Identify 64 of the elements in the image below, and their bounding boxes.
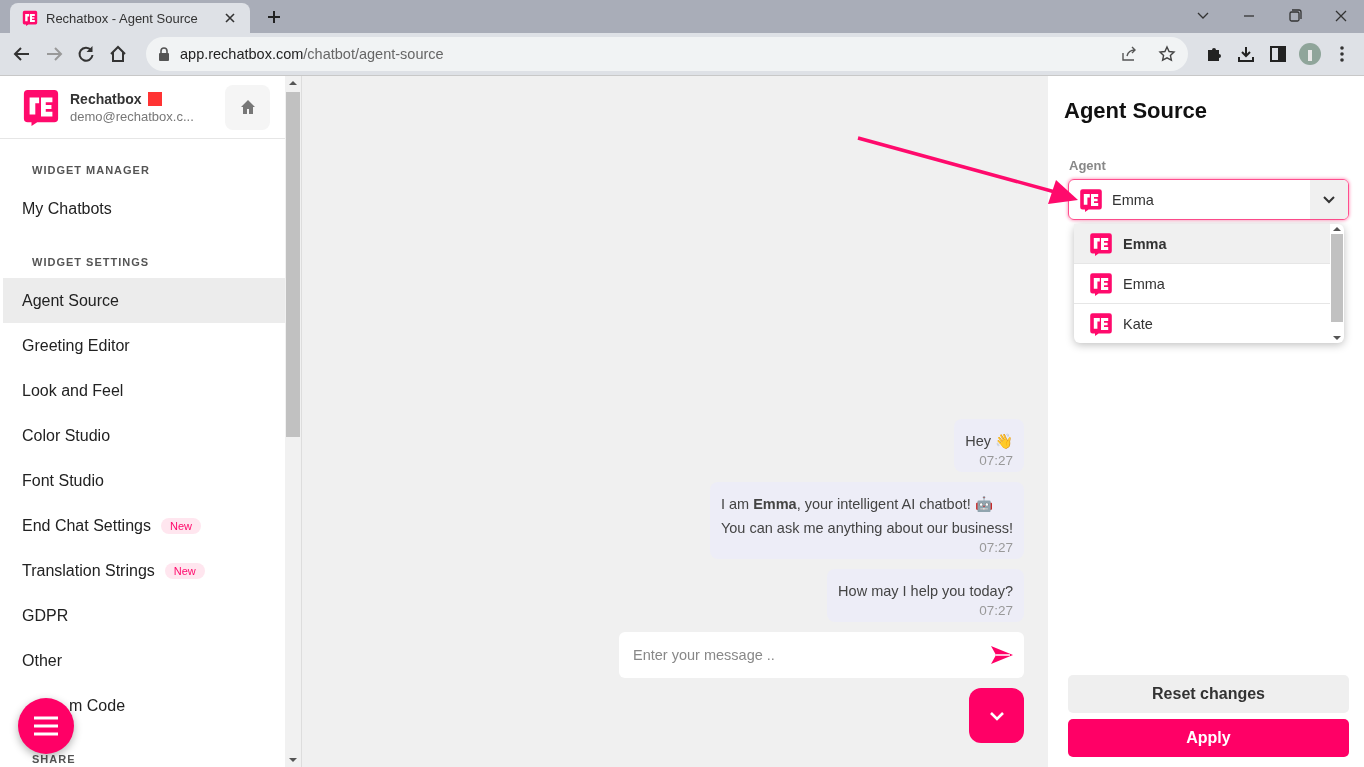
- download-icon[interactable]: [1236, 44, 1256, 64]
- sidebar-item[interactable]: Translation Strings New: [3, 548, 285, 593]
- scroll-down-icon[interactable]: [1333, 336, 1341, 340]
- sidebar-item[interactable]: Color Studio: [3, 413, 285, 458]
- side-panel-icon[interactable]: [1268, 44, 1288, 64]
- section-heading: SHARE: [31, 752, 76, 767]
- new-tab-icon[interactable]: [266, 9, 282, 25]
- home-icon[interactable]: [108, 44, 128, 64]
- section-heading: WIDGET SETTINGS: [31, 255, 150, 270]
- logo-icon: [1089, 311, 1113, 336]
- scroll-up-icon[interactable]: [289, 81, 297, 85]
- field-label: Agent: [1069, 158, 1107, 173]
- status-square-icon: [147, 91, 162, 106]
- account-email: demo@rechatbox.c...: [70, 108, 195, 124]
- reload-icon[interactable]: [76, 44, 96, 64]
- sidebar-item[interactable]: Greeting Editor: [3, 323, 285, 368]
- logo-icon: [22, 10, 38, 26]
- reset-button[interactable]: Reset changes: [1068, 675, 1349, 713]
- sidebar-item[interactable]: Font Studio: [3, 458, 285, 503]
- message-text: How may I help you today?: [838, 582, 1013, 601]
- logo-icon: [1089, 271, 1113, 296]
- scroll-down-icon[interactable]: [289, 758, 297, 762]
- scrollbar[interactable]: [285, 76, 301, 767]
- message-text: Hey 👋: [965, 432, 1013, 451]
- dropdown-option[interactable]: Kate: [1074, 304, 1330, 343]
- logo-icon: [22, 88, 60, 126]
- new-badge: New: [160, 517, 201, 534]
- message-time: 07:27: [979, 603, 1013, 618]
- logo-icon: [1079, 187, 1103, 212]
- new-badge: New: [164, 562, 205, 579]
- scroll-down-button[interactable]: [969, 688, 1024, 743]
- sidebar-item[interactable]: End Chat Settings New: [3, 503, 285, 548]
- scroll-up-icon[interactable]: [1333, 227, 1341, 231]
- brand-name: Rechatbox: [70, 90, 142, 107]
- sidebar-item[interactable]: GDPR: [3, 593, 285, 638]
- sidebar-item[interactable]: My Chatbots: [3, 186, 285, 231]
- agent-select[interactable]: Emma: [1068, 179, 1349, 220]
- menu-icon: [32, 715, 60, 737]
- dropdown-option[interactable]: Emma: [1074, 224, 1330, 264]
- lock-icon: [158, 47, 170, 61]
- star-icon[interactable]: [1158, 45, 1176, 63]
- sidebar-item[interactable]: Look and Feel: [3, 368, 285, 413]
- message-text: You can ask me anything about our business!: [720, 519, 1013, 538]
- panel-title: Agent Source: [1064, 98, 1209, 124]
- sidebar-item[interactable]: Agent Source: [3, 278, 285, 323]
- scrollbar[interactable]: [1330, 224, 1344, 343]
- dropdown-option[interactable]: Emma: [1074, 264, 1330, 304]
- address-bar[interactable]: app.rechatbox.com/chatbot/agent-source: [146, 37, 1188, 71]
- sidebar-item[interactable]: m Code: [3, 683, 285, 728]
- logo-icon: [1089, 231, 1113, 256]
- browser-tab[interactable]: Rechatbox - Agent Source: [10, 3, 250, 33]
- message-text: I am Emma, your intelligent AI chatbot! 🤖: [720, 495, 993, 514]
- message-time: 07:27: [979, 453, 1013, 468]
- sidebar-item[interactable]: Other: [3, 638, 285, 683]
- message-input[interactable]: Enter your message ..: [619, 632, 1024, 678]
- chevron-down-icon: [987, 709, 1006, 722]
- share-icon[interactable]: [1120, 45, 1138, 63]
- message-time: 07:27: [979, 540, 1013, 555]
- chevron-down-icon[interactable]: [1322, 194, 1336, 205]
- message-field[interactable]: Enter your message ..: [631, 646, 990, 664]
- home-button[interactable]: [225, 84, 270, 130]
- send-icon[interactable]: [990, 645, 1014, 665]
- section-heading: WIDGET MANAGER: [31, 163, 150, 178]
- apply-button[interactable]: Apply: [1068, 719, 1349, 757]
